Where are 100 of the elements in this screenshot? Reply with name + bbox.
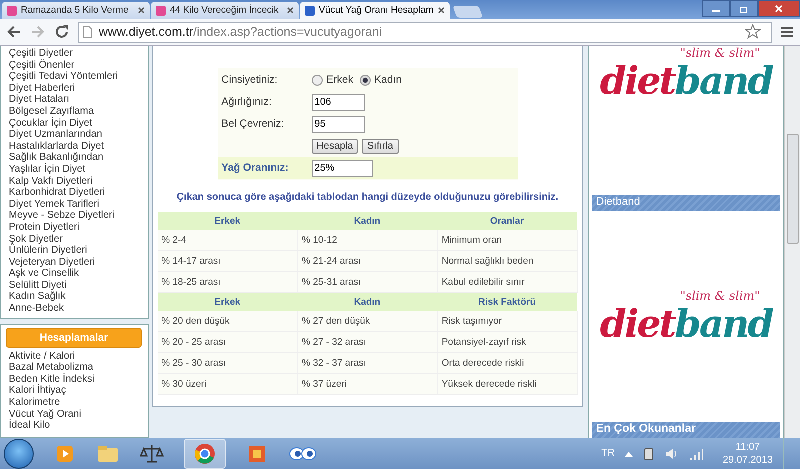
column-header: Erkek <box>158 212 298 230</box>
form-button[interactable]: Sıfırla <box>362 138 398 154</box>
table-cell: % 20 - 25 arası <box>158 332 298 352</box>
calculator-link[interactable]: Beden Kitle İndeksi <box>9 374 146 386</box>
close-icon[interactable] <box>138 7 145 14</box>
menu-link[interactable]: Meyve - Sebze Diyetleri <box>9 210 140 222</box>
radio-label: Kadın <box>374 74 402 86</box>
field-label: Ağırlığınız: <box>222 96 273 108</box>
menu-link[interactable]: Diyet Hataları <box>9 94 140 106</box>
star-icon[interactable] <box>745 24 761 40</box>
browser-tab[interactable]: Vücut Yağ Oranı Hesaplam <box>300 2 450 19</box>
close-icon <box>774 4 784 12</box>
table-cell: Orta derecede riskli <box>437 352 578 374</box>
menu-link[interactable]: Selülitt Diyeti <box>9 280 140 292</box>
scroll-thumb[interactable] <box>787 134 800 244</box>
restore-button[interactable] <box>730 0 758 17</box>
scales-icon[interactable] <box>140 442 164 464</box>
table-cell: % 25 - 30 arası <box>158 352 298 374</box>
ad-logo: dietband <box>600 302 772 345</box>
column-header: Kadın <box>298 292 438 311</box>
menu-link[interactable]: Diyet Haberleri <box>9 82 140 94</box>
form-button[interactable]: Hesapla <box>312 138 358 154</box>
column-header: Erkek <box>158 292 298 311</box>
menu-link[interactable]: Ünlülerin Diyetleri <box>9 245 140 257</box>
column-header: Kadın <box>298 212 438 230</box>
result-label: Yağ Oranınız: <box>222 162 290 174</box>
favicon-icon <box>7 6 17 16</box>
menu-link[interactable]: Diyet Uzmanlarından <box>9 129 140 141</box>
input-field[interactable]: 95 <box>312 116 365 132</box>
table-cell: % 32 - 37 arası <box>298 352 438 374</box>
menu-link[interactable]: Sağlık Bakanlığından <box>9 152 140 164</box>
calculator-link[interactable]: Kalori İhtiyaç <box>9 385 146 398</box>
table-cell: % 27 den düşük <box>298 311 438 332</box>
section-title: En Çok Okunanlar <box>592 422 780 438</box>
start-button[interactable] <box>4 438 34 468</box>
menu-link[interactable]: Karbonhidrat Diyetleri <box>9 187 140 199</box>
table-cell: % 18-25 arası <box>158 272 298 292</box>
close-icon[interactable] <box>287 7 294 14</box>
menu-link[interactable]: Şok Diyetler <box>9 234 140 246</box>
menu-link[interactable]: Yaşlılar İçin Diyet <box>9 164 140 176</box>
minimize-button[interactable] <box>702 0 730 17</box>
calculator-link[interactable]: Kalorimetre <box>9 397 146 409</box>
radio-button[interactable] <box>360 74 371 86</box>
menu-link[interactable]: Diyet Yemek Tarifleri <box>9 198 140 210</box>
browser-icon <box>194 442 216 464</box>
table-cell: Risk taşımıyor <box>437 311 578 332</box>
browser-tab[interactable]: Ramazanda 5 Kilo Verme <box>2 2 150 19</box>
table-cell: % 25-31 arası <box>298 272 438 292</box>
close-icon[interactable] <box>438 7 445 14</box>
calculator-link[interactable]: Bazal Metabolizma <box>9 362 146 374</box>
section-title: Dietband <box>592 195 780 212</box>
table-cell: Potansiyel-zayıf risk <box>437 332 578 352</box>
favicon-icon <box>305 6 315 16</box>
browser-tab[interactable]: 44 Kilo Vereceğim İncecik <box>151 2 299 19</box>
browser-taskbar-button[interactable] <box>184 438 226 468</box>
table-cell: Yüksek derecede riskli <box>437 374 578 394</box>
device-icon[interactable] <box>642 446 655 460</box>
reload-icon[interactable] <box>54 24 70 40</box>
ad-tagline: "slim & slim" <box>680 46 760 60</box>
menu-link[interactable]: Çeşitli Tedavi Yöntemleri <box>9 71 140 83</box>
menu-link[interactable]: Bölgesel Zayıflama <box>9 106 140 118</box>
table-cell: Normal sağlıklı beden <box>437 250 578 272</box>
input-field[interactable]: 106 <box>312 94 365 110</box>
table-cell: Kabul edilebilir sınır <box>437 272 578 292</box>
table-cell: Minimum oran <box>437 230 578 250</box>
result-field[interactable]: 25% <box>312 160 373 176</box>
menu-link[interactable]: Çocuklar İçin Diyet <box>9 118 140 130</box>
table-cell: % 37 üzeri <box>298 374 438 394</box>
close-button[interactable] <box>758 0 800 17</box>
address-bar[interactable]: www.diyet.com.tr/index.asp?actions=vucutyagorani <box>78 22 772 42</box>
column-header: Risk Faktörü <box>437 292 578 311</box>
menu-icon[interactable] <box>780 26 794 38</box>
restore-icon <box>739 4 749 12</box>
table-cell: % 20 den düşük <box>158 311 298 332</box>
section-header: Hesaplamalar <box>6 328 142 348</box>
menu-link[interactable]: Kalp Vakfı Diyetleri <box>9 176 140 188</box>
menu-link[interactable]: Anne-Bebek <box>9 303 140 315</box>
tray-arrow-icon[interactable] <box>624 450 633 456</box>
calculator-link[interactable]: İdeal Kilo <box>9 420 146 432</box>
calculator-link[interactable]: Vücut Yağ Orani <box>9 408 146 420</box>
ad-logo: dietband <box>600 60 772 102</box>
radio-label: Erkek <box>326 74 354 86</box>
menu-link[interactable]: Hastalıklarlarda Diyet <box>9 140 140 152</box>
menu-link[interactable]: Aşk ve Cinsellik <box>9 268 140 280</box>
menu-link[interactable]: Vejeteryan Diyetleri <box>9 256 140 268</box>
info-text: Çıkan sonuca göre aşağıdaki tablodan hangi düzeyde olduğunuzu görebilirsiniz. <box>176 192 559 203</box>
menu-link[interactable]: Çeşitli Önenler <box>9 60 140 72</box>
table-cell: % 21-24 arası <box>298 250 438 272</box>
menu-link[interactable]: Protein Diyetleri <box>9 222 140 234</box>
back-icon[interactable] <box>6 25 22 39</box>
table-cell: % 10-12 <box>298 230 438 250</box>
radio-button[interactable] <box>312 74 323 86</box>
field-label: Bel Çevreniz: <box>222 118 286 130</box>
menu-link[interactable]: Kadın Sağlık <box>9 291 140 304</box>
ad-tagline: "slim & slim" <box>680 288 760 303</box>
field-label: Cinsiyetiniz: <box>222 74 279 86</box>
calculator-link[interactable]: Aktivite / Kalori <box>9 350 146 362</box>
menu-link[interactable]: Çeşitli Diyetler <box>9 48 140 60</box>
favicon-icon <box>156 6 166 16</box>
page-icon <box>83 26 93 38</box>
